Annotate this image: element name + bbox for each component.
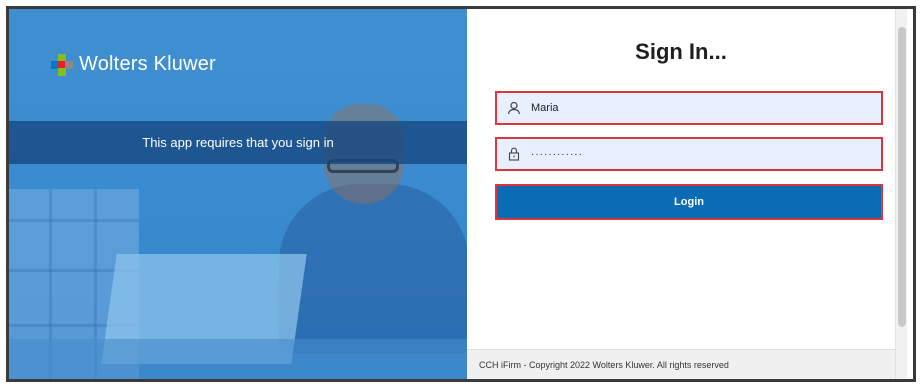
scrollbar-thumb[interactable] <box>898 27 906 327</box>
scrollbar[interactable] <box>895 9 907 379</box>
screenshot-frame: Wolters Kluwer This app requires that yo… <box>0 0 922 388</box>
password-input[interactable] <box>531 148 861 160</box>
wolters-kluwer-logo-icon <box>51 53 73 76</box>
password-field[interactable] <box>495 137 883 171</box>
copyright-text: CCH iFirm - Copyright 2022 Wolters Kluwe… <box>479 359 729 370</box>
banner-message: This app requires that you sign in <box>142 135 334 150</box>
footer: CCH iFirm - Copyright 2022 Wolters Kluwe… <box>467 349 895 379</box>
sign-in-form-panel: Sign In... Maria ············ Login CCH … <box>467 9 907 379</box>
brand-name: Wolters Kluwer <box>79 53 216 75</box>
sign-in-window: Wolters Kluwer This app requires that yo… <box>6 6 916 382</box>
hero-panel: Wolters Kluwer This app requires that yo… <box>9 9 467 379</box>
username-input[interactable] <box>531 102 861 114</box>
lock-icon <box>507 147 521 161</box>
login-button[interactable]: Login <box>495 184 883 220</box>
user-icon <box>507 101 521 115</box>
username-field[interactable] <box>495 91 883 125</box>
sign-in-required-banner: This app requires that you sign in <box>9 121 467 164</box>
brand-logo: Wolters Kluwer <box>51 53 216 76</box>
page-title: Sign In... <box>635 39 727 64</box>
background-desk <box>9 339 467 379</box>
background-person-body <box>279 184 467 354</box>
